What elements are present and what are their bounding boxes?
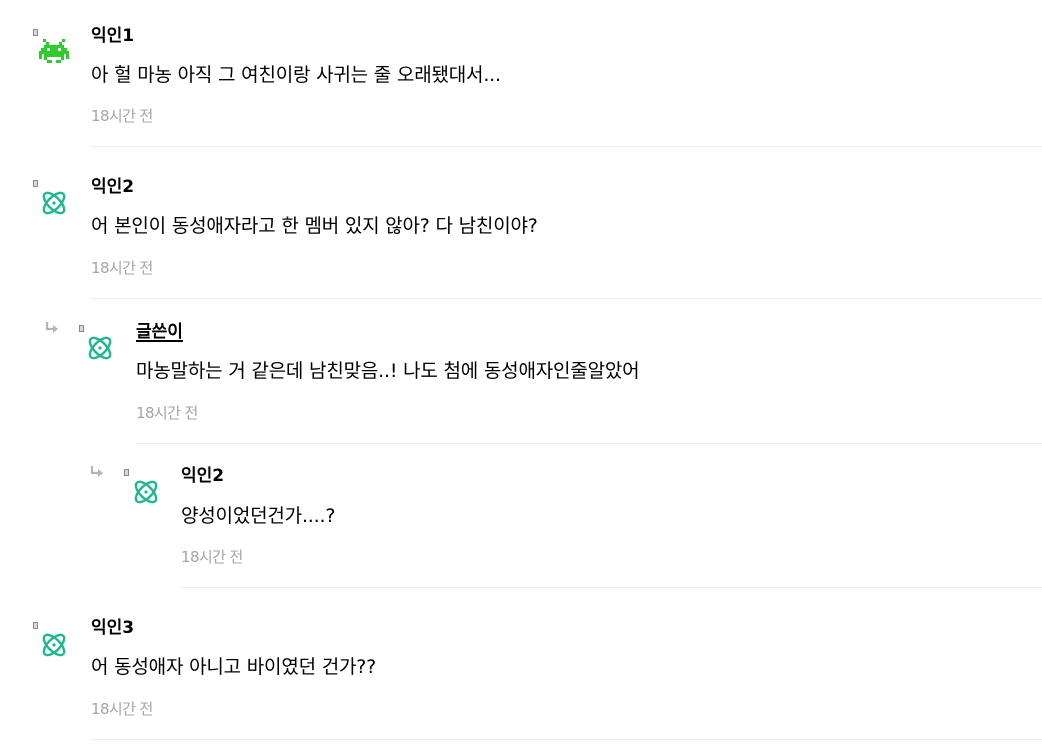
comment-item: 익인3 어 동성애자 아니고 바이였던 건가?? 18시간 전 xyxy=(0,0,1042,742)
comment-divider xyxy=(91,739,1042,740)
comment-author[interactable]: 익인3 xyxy=(91,617,134,639)
atom-avatar-icon[interactable] xyxy=(39,630,69,660)
comment-timestamp: 18시간 전 xyxy=(91,700,153,718)
comment-text: 어 동성애자 아니고 바이였던 건가?? xyxy=(91,656,377,678)
comment-marker xyxy=(33,622,38,629)
